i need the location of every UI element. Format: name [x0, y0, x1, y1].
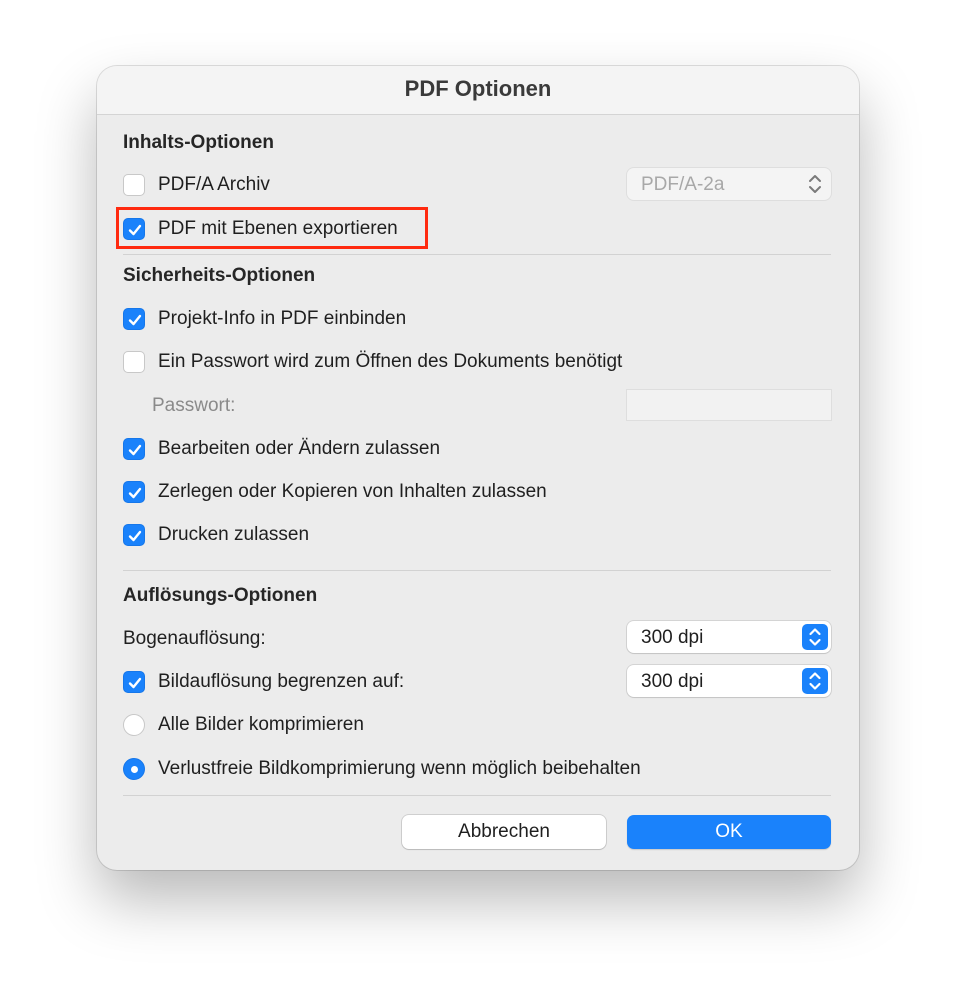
sheet-resolution-value: 300 dpi [641, 627, 704, 648]
password-label: Passwort: [152, 395, 236, 416]
pdfa-version-select[interactable]: PDF/A-2a [627, 168, 831, 200]
checkmark-icon [128, 314, 142, 326]
allow-copy-checkbox[interactable] [123, 481, 145, 503]
chevron-updown-icon [805, 173, 825, 195]
image-resolution-select[interactable]: 300 dpi [627, 665, 831, 697]
allow-edit-checkbox[interactable] [123, 438, 145, 460]
password-required-checkbox[interactable] [123, 351, 145, 373]
divider [123, 254, 831, 255]
limit-image-resolution-checkbox[interactable] [123, 671, 145, 693]
checkmark-icon [128, 677, 142, 689]
image-resolution-value: 300 dpi [641, 671, 704, 692]
chevron-updown-icon [802, 624, 828, 650]
checkmark-icon [128, 487, 142, 499]
highlight-frame [116, 207, 428, 249]
lossless-keep-label[interactable]: Verlustfreie Bildkomprimierung wenn mögl… [158, 758, 641, 780]
allow-edit-label[interactable]: Bearbeiten oder Ändern zulassen [158, 438, 440, 460]
lossless-keep-radio[interactable] [123, 758, 145, 780]
divider [123, 795, 831, 796]
allow-print-checkbox[interactable] [123, 524, 145, 546]
pdfa-archive-checkbox[interactable] [123, 174, 145, 196]
resolution-options-heading: Auflösungs-Optionen [123, 585, 318, 606]
security-options-heading: Sicherheits-Optionen [123, 265, 316, 286]
pdfa-archive-label[interactable]: PDF/A Archiv [158, 174, 270, 196]
checkmark-icon [128, 530, 142, 542]
dialog-title: PDF Optionen [97, 66, 859, 115]
project-info-checkbox[interactable] [123, 308, 145, 330]
compress-all-label[interactable]: Alle Bilder komprimieren [158, 714, 364, 736]
divider [123, 570, 831, 571]
password-field[interactable] [627, 390, 831, 420]
limit-image-resolution-label[interactable]: Bildauflösung begrenzen auf: [158, 671, 404, 693]
ok-button[interactable]: OK [627, 815, 831, 849]
project-info-label[interactable]: Projekt-Info in PDF einbinden [158, 308, 406, 330]
chevron-updown-icon [802, 668, 828, 694]
radio-dot-icon [131, 766, 138, 773]
checkmark-icon [128, 444, 142, 456]
pdf-options-dialog: PDF Optionen Inhalts-Optionen PDF/A Arch… [97, 66, 859, 870]
sheet-resolution-label: Bogenauflösung: [123, 628, 266, 649]
cancel-button[interactable]: Abbrechen [402, 815, 606, 849]
allow-print-label[interactable]: Drucken zulassen [158, 524, 309, 546]
password-required-label[interactable]: Ein Passwort wird zum Öffnen des Dokumen… [158, 351, 622, 373]
pdfa-version-value: PDF/A-2a [641, 174, 725, 195]
compress-all-radio[interactable] [123, 714, 145, 736]
sheet-resolution-select[interactable]: 300 dpi [627, 621, 831, 653]
content-options-heading: Inhalts-Optionen [123, 132, 274, 153]
allow-copy-label[interactable]: Zerlegen oder Kopieren von Inhalten zula… [158, 481, 547, 503]
